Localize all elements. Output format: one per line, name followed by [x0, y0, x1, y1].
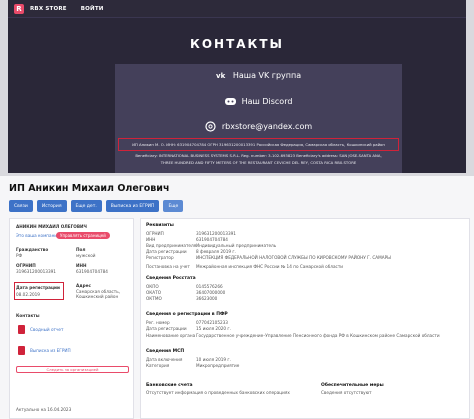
legal-line-3: THREE HUNDRED AND FIFTY METERS OF THE RE… [160, 160, 357, 165]
msp-label-0: Дата включения [146, 357, 183, 362]
pfr-label-2: Наименование органа [146, 333, 196, 338]
vk-link-label: Наша VK группа [232, 70, 302, 80]
contacts-screenshot: R RBX STORE ВОЙТИ КОНТАКТЫ vk Наша VK гр… [8, 0, 466, 173]
updated-date: Актуально на 16.04.2023 [16, 407, 72, 412]
msp-value-1: Микропредприятие [196, 363, 240, 368]
msp-label-1: Категория [146, 363, 170, 368]
discord-link[interactable]: Наш Discord [115, 94, 402, 108]
registration-date-value: 08.02.2019 [16, 292, 40, 297]
page-title: КОНТАКТЫ [190, 37, 284, 51]
brand-name[interactable]: RBX STORE [30, 6, 67, 12]
req-label-5: Постановка на учет [146, 264, 190, 269]
inn-label: ИНН [76, 263, 87, 268]
req-label-4: Регистратор [146, 255, 174, 260]
req-value-5: Межрайонная инспекция ФНС России № 14 по… [196, 264, 344, 269]
legal-line-2: Beneficiary: INTERNATIONAL BUSINESS SYST… [135, 153, 382, 158]
login-link[interactable]: ВОЙТИ [81, 6, 104, 12]
contacts-panel: vk Наша VK группа Наш Discord rbxstore@y… [115, 64, 402, 173]
requisites-heading: Реквизиты [146, 223, 174, 228]
manage-page-button[interactable]: Управлять страницей [56, 232, 110, 239]
okato-value: 36407000000 [196, 290, 226, 295]
pfr-label-0: Рег. номер [146, 320, 170, 325]
address-label: Адрес [76, 283, 91, 288]
site-navbar: R RBX STORE ВОЙТИ [8, 0, 466, 18]
security-measures-heading: Обеспечительные меры [321, 383, 384, 388]
rosstat-heading: Сведения Росстата [146, 276, 196, 281]
egrip-extract-link[interactable]: Выписка из ЕГРИП [30, 348, 71, 353]
ogrnip-value: 319631200013391 [16, 269, 56, 274]
pfr-heading: Сведения о регистрации в ПФР [146, 312, 228, 317]
bank-accounts-heading: Банковские счета [146, 383, 193, 388]
logo-icon[interactable]: R [14, 3, 24, 14]
citizenship-value: РФ [16, 253, 23, 258]
links-button[interactable]: Связи [9, 200, 33, 212]
okato-label: ОКАТО [146, 290, 161, 295]
legal-line-1: ИП Аникин М. О. ИНН: 631904704784 ОГРН 3… [132, 142, 385, 147]
discord-icon [224, 96, 236, 107]
summary-report-link[interactable]: Сводный отчет [30, 327, 63, 332]
gender-value: мужской [76, 253, 96, 258]
req-label-2: Вид предпринимателя [146, 243, 197, 248]
req-value-2: Индивидуальный предприниматель [196, 243, 277, 248]
history-button[interactable]: История [36, 200, 67, 212]
req-value-3: 8 февраля 2019 г. [196, 249, 236, 254]
details-button[interactable]: Еще дет. [70, 200, 102, 212]
req-value-4: ИНСПЕКЦИЯ ФЕДЕРАЛЬНОЙ НАЛОГОВОЙ СЛУЖБЫ П… [196, 255, 391, 260]
req-label-3: Дата регистрации [146, 249, 187, 254]
pdf-report-icon [18, 325, 25, 334]
msp-heading: Сведения МСП [146, 349, 185, 354]
gender-label: Пол [76, 247, 86, 252]
oktmo-value: 36623000 [196, 296, 218, 301]
contacts-heading: Контакты [16, 313, 40, 318]
pfr-value-1: 15 июля 2020 г. [196, 326, 231, 331]
action-buttons: Связи История Еще дет. Выписка из ЕГРИП … [0, 200, 474, 212]
oktmo-label: ОКТМО [146, 296, 162, 301]
company-summary-card: АНИКИН МИХАИЛ ОЛЕГОВИЧ Это ваша компания… [9, 218, 134, 419]
company-details-card: Реквизиты ОГРНИП 319631200013391 ИНН 631… [140, 218, 470, 419]
svg-text:vk: vk [216, 72, 226, 79]
ogrnip-label: ОГРНИП [16, 263, 36, 268]
own-company-question[interactable]: Это ваша компания? [16, 233, 62, 238]
registration-date-label: Дата регистрации [16, 285, 60, 290]
msp-value-0: 10 июля 2019 г. [196, 357, 231, 362]
req-value-0: 319631200013391 [196, 231, 236, 236]
egrip-extract-button[interactable]: Выписка из ЕГРИП [105, 200, 160, 212]
pdf-extract-icon [18, 346, 25, 355]
inn-value: 631904704784 [76, 269, 108, 274]
req-value-1: 631904704784 [196, 237, 228, 242]
bank-accounts-note: Отсутствует информация о проведенных бан… [146, 390, 290, 395]
company-profile-screenshot: ИП Аникин Михаил Олегович Связи История … [0, 176, 474, 419]
address-value: Самарская область, Кошкинский район [76, 289, 121, 299]
pfr-value-2: Государственное учреждение–Управление Пе… [196, 333, 440, 338]
req-label-1: ИНН [146, 237, 156, 242]
email-icon [205, 120, 216, 132]
pfr-label-1: Дата регистрации [146, 326, 187, 331]
security-measures-note: Сведения отсутствуют [321, 390, 372, 395]
okpo-value: 0145576266 [196, 284, 223, 289]
okpo-label: ОКПО [146, 284, 159, 289]
email-link-label: rbxstore@yandex.com [221, 121, 313, 131]
vk-icon: vk [216, 70, 227, 81]
req-label-0: ОГРНИП [146, 231, 164, 236]
pfr-value-0: 077042105233 [196, 320, 228, 325]
discord-link-label: Наш Discord [241, 96, 293, 106]
vk-link[interactable]: vk Наша VK группа [115, 68, 402, 82]
owner-name: АНИКИН МИХАИЛ ОЛЕГОВИЧ [16, 224, 87, 229]
more-button[interactable]: Еще [163, 200, 184, 212]
citizenship-label: Гражданство [16, 247, 49, 252]
email-link[interactable]: rbxstore@yandex.com [115, 119, 402, 133]
watch-company-button[interactable]: Следить за организацией [16, 366, 129, 373]
company-title: ИП Аникин Михаил Олегович [9, 182, 170, 194]
